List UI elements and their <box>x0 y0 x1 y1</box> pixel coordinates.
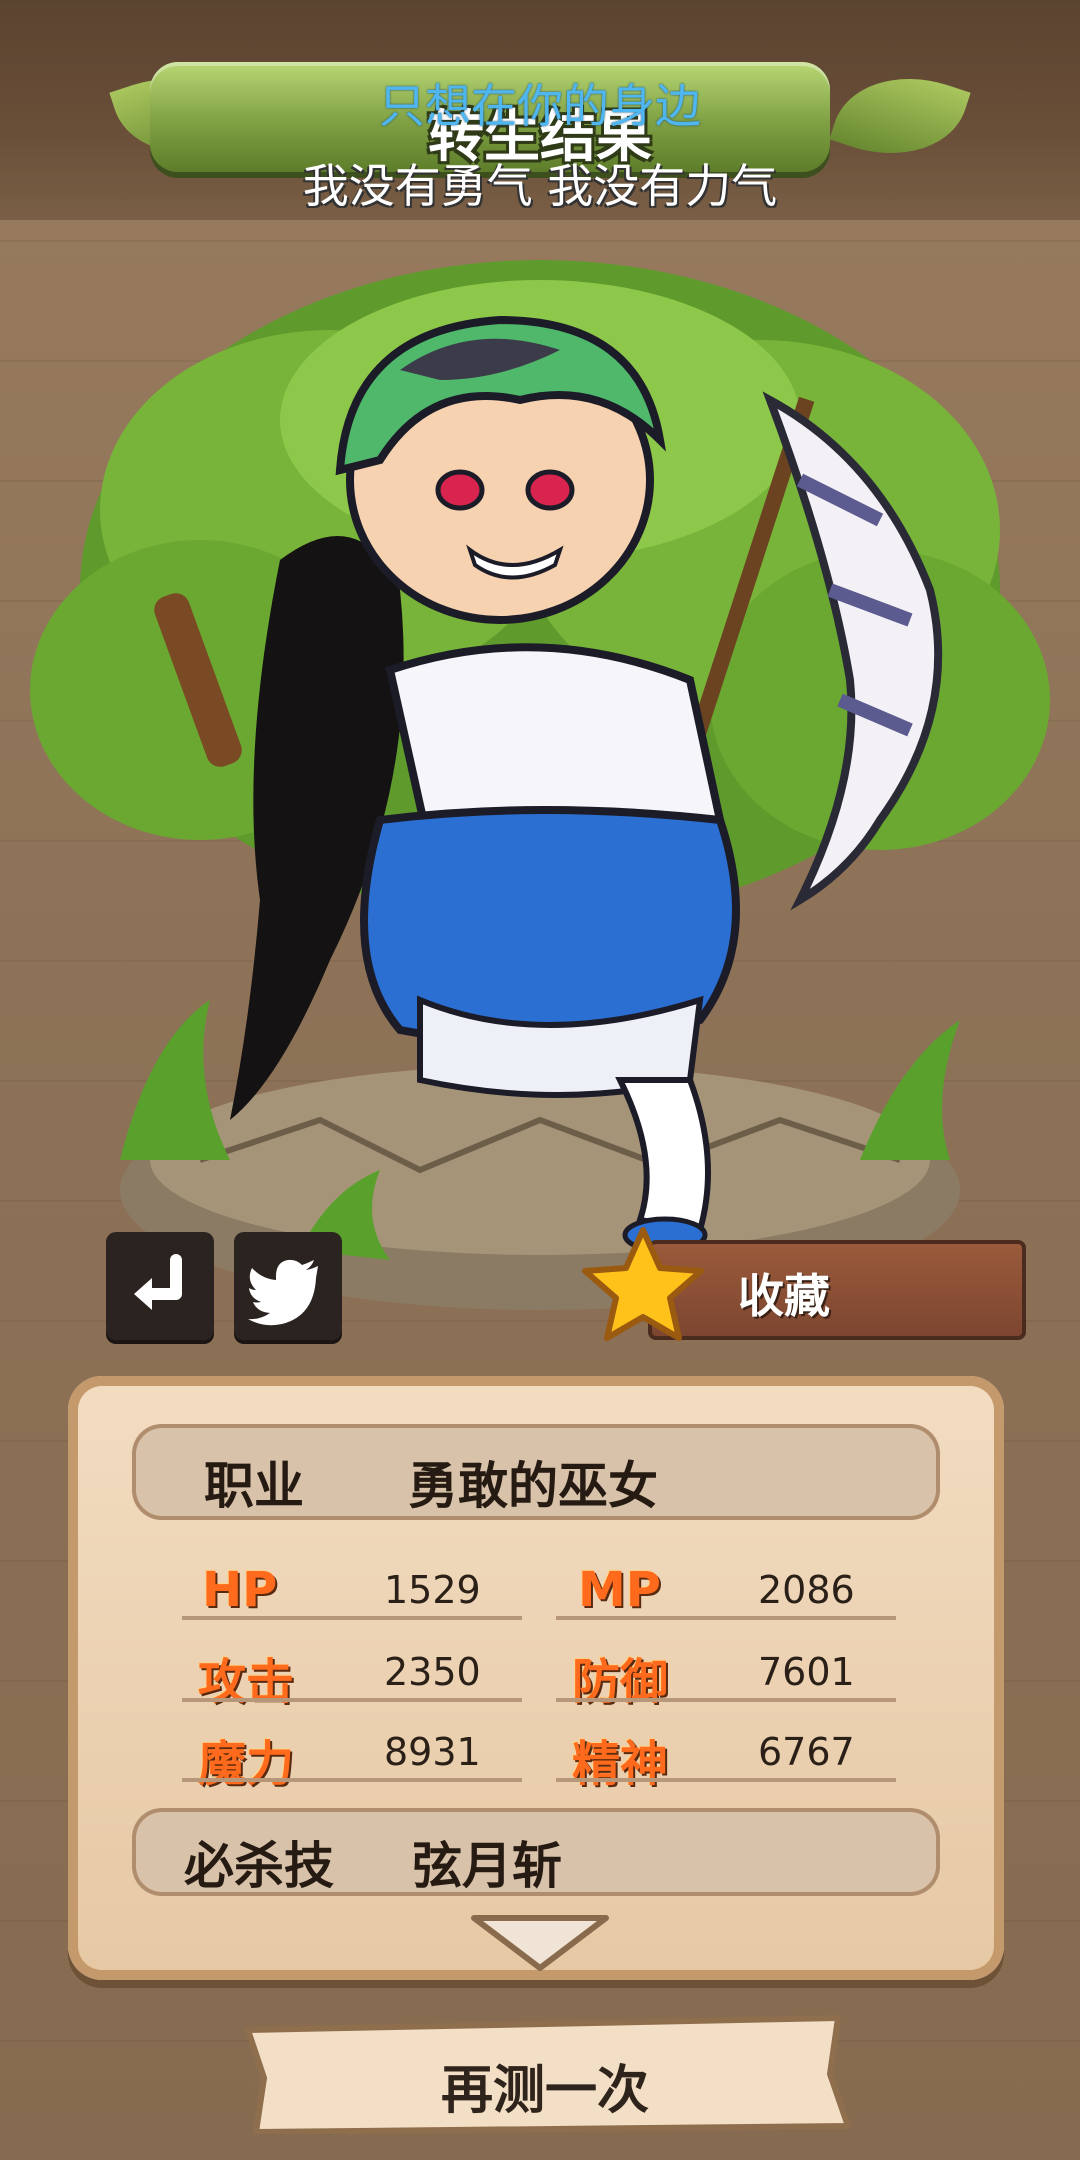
back-icon <box>134 1254 182 1310</box>
skill-value: 弦月斩 <box>412 1837 562 1895</box>
skill-label: 必杀技 <box>184 1837 334 1895</box>
back-button[interactable] <box>106 1232 214 1340</box>
attack-value: 2350 <box>384 1650 481 1694</box>
spirit-value: 6767 <box>758 1730 855 1774</box>
hp-divider <box>182 1616 522 1620</box>
favorite-label: 收藏 <box>738 1269 830 1323</box>
twitter-icon <box>248 1259 318 1326</box>
magic-label: 魔力 <box>198 1736 295 1792</box>
retry-label: 再测一次 <box>440 2061 649 2121</box>
character-head <box>335 315 667 624</box>
mp-divider <box>556 1616 896 1620</box>
character-illustration <box>30 260 1050 1310</box>
defense-value: 7601 <box>758 1650 855 1694</box>
magic-divider <box>182 1778 522 1782</box>
spirit-divider <box>556 1778 896 1782</box>
chevron-down-icon[interactable] <box>468 1912 612 1974</box>
star-icon <box>582 1227 704 1341</box>
caption-line-2: 我没有勇气 我没有力气 <box>302 159 778 213</box>
result-panel: 职业 勇敢的巫女 HP 1529 MP 2086 攻击 2350 防御 7601… <box>68 1376 1004 1980</box>
job-row: 职业 勇敢的巫女 <box>132 1424 940 1520</box>
mp-label: MP <box>578 1562 661 1618</box>
job-label: 职业 <box>204 1457 304 1515</box>
retry-button[interactable]: 再测一次 <box>238 2014 852 2134</box>
magic-value: 8931 <box>384 1730 481 1774</box>
job-value: 勇敢的巫女 <box>408 1457 658 1515</box>
favorite-button[interactable]: 收藏 <box>578 1227 1028 1342</box>
hp-value: 1529 <box>384 1568 481 1612</box>
caption-line-1: 只想在你的身边 <box>379 79 701 133</box>
twitter-share-button[interactable] <box>234 1232 342 1340</box>
mp-value: 2086 <box>758 1568 855 1612</box>
special-skill-row: 必杀技 弦月斩 <box>132 1808 940 1896</box>
attack-divider <box>182 1698 522 1702</box>
spirit-label: 精神 <box>572 1736 669 1792</box>
hp-label: HP <box>202 1562 278 1618</box>
defense-divider <box>556 1698 896 1702</box>
